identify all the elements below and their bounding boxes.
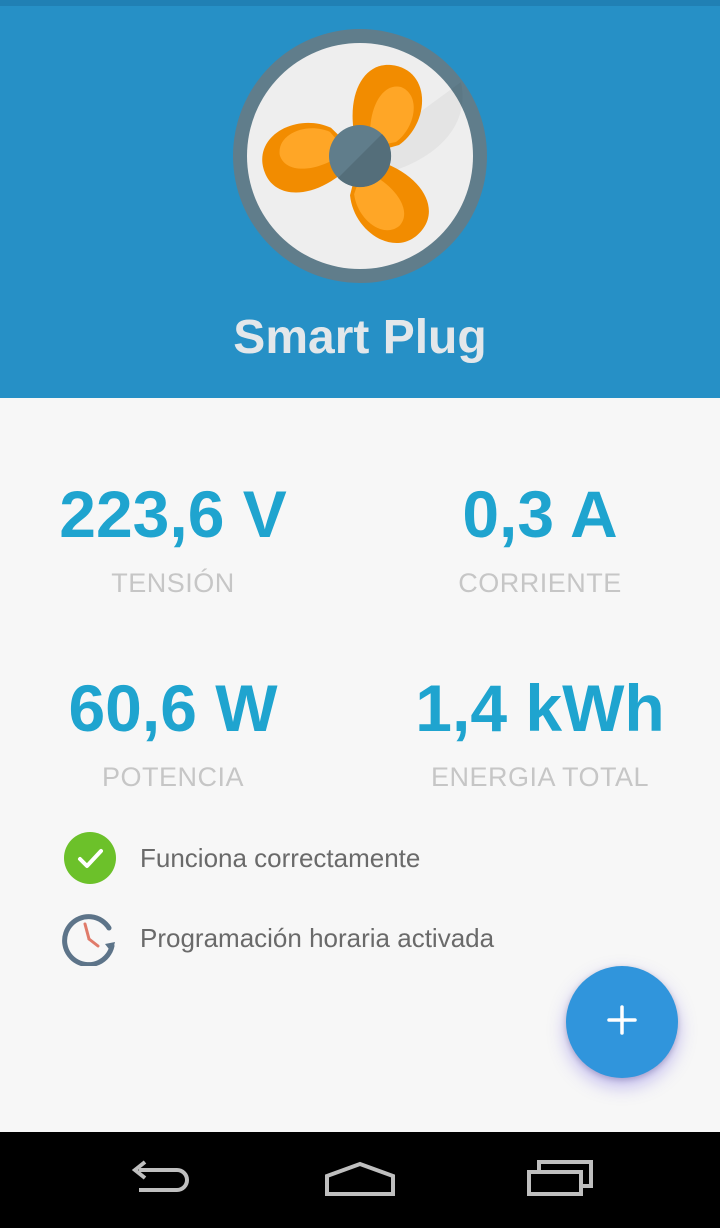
app-screen: Smart Plug 223,6 V TENSIÓN 0,3 A CORRIEN… — [0, 0, 720, 1228]
power-value: 60,6 W — [68, 671, 278, 745]
current-metric: 0,3 A CORRIENTE — [360, 474, 720, 600]
voltage-label: TENSIÓN — [111, 568, 235, 598]
energy-metric: 1,4 kWh ENERGIA TOTAL — [360, 668, 720, 794]
status-bar-shadow — [0, 0, 720, 6]
status-ok-row: Funciona correctamente — [62, 830, 420, 886]
back-icon — [125, 1158, 195, 1203]
power-label: POTENCIA — [101, 762, 245, 792]
add-button[interactable] — [566, 966, 678, 1078]
check-circle-icon — [62, 830, 118, 886]
home-button[interactable] — [315, 1154, 405, 1206]
status-ok-text: Funciona correctamente — [140, 842, 421, 873]
current-label: CORRIENTE — [458, 568, 622, 598]
status-schedule-text: Programación horaria activada — [140, 922, 495, 953]
current-value: 0,3 A — [462, 477, 618, 551]
voltage-metric: 223,6 V TENSIÓN — [0, 474, 353, 600]
system-nav-bar — [0, 1132, 720, 1228]
energy-value: 1,4 kWh — [415, 671, 665, 745]
recents-button[interactable] — [515, 1154, 605, 1206]
back-button[interactable] — [115, 1154, 205, 1206]
status-schedule-row: Programación horaria activada — [62, 910, 495, 968]
fan-icon — [231, 27, 489, 285]
recents-icon — [525, 1158, 595, 1203]
voltage-value: 223,6 V — [59, 477, 287, 551]
energy-label: ENERGIA TOTAL — [430, 762, 650, 792]
power-metric: 60,6 W POTENCIA — [0, 668, 353, 794]
clock-schedule-icon — [62, 910, 118, 968]
device-name: Smart Plug — [233, 311, 487, 364]
home-icon — [323, 1158, 397, 1203]
device-header: Smart Plug — [0, 0, 720, 398]
plus-icon — [606, 1004, 638, 1041]
